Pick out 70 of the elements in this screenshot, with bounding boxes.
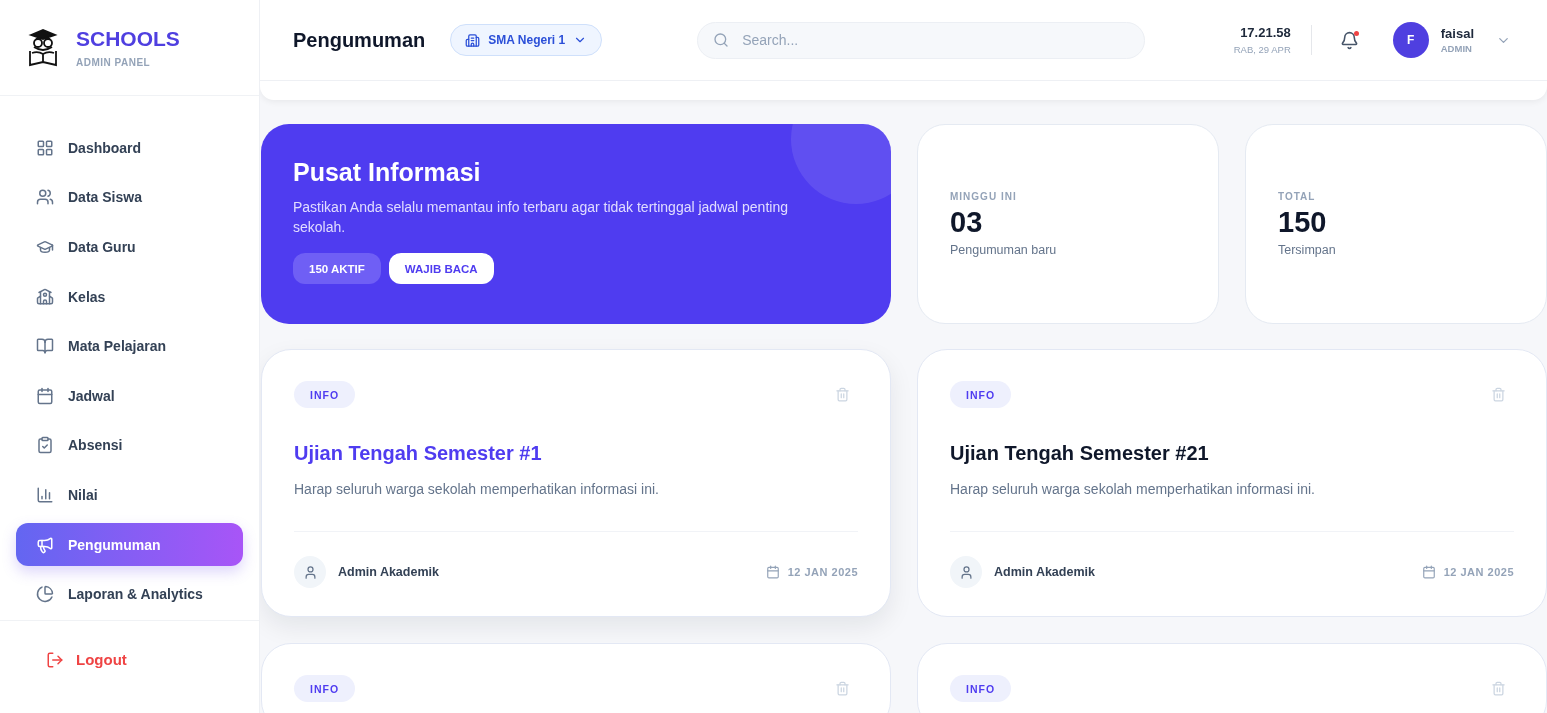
nav-icon (36, 535, 54, 554)
calendar-icon (1421, 565, 1436, 579)
person-icon (950, 556, 982, 588)
hero-badge: 150 AKTIF (293, 253, 381, 284)
delete-button[interactable] (1491, 681, 1506, 696)
stat-value: 03 (950, 206, 984, 239)
school-selector[interactable]: SMA Negeri 1 (450, 24, 603, 56)
owl-logo-icon (28, 28, 58, 67)
sidebar-item[interactable]: Dashboard (16, 126, 243, 170)
clock-time: 17.21.58 (1240, 25, 1291, 40)
nav-icon (36, 238, 54, 256)
category-tag: INFO (950, 381, 1012, 408)
user-name: faisal (1440, 26, 1474, 41)
announcement-card[interactable]: INFO Ujian Tengah Semester #1 Harap seluruh warga sekolah memperhatikan informasi ini. Admin Akademik 12 JAN 2025 (261, 349, 891, 617)
category-tag: INFO (294, 381, 356, 408)
sidebar-item[interactable]: Absensi (16, 423, 243, 468)
stat-caption: Pengumuman baru (950, 243, 1058, 257)
stat-label: MINGGU INI (950, 191, 1018, 202)
announcement-text: Harap seluruh warga sekolah memperhatikan informasi ini. (294, 481, 660, 497)
nav-icon (36, 337, 54, 356)
nav-icon (36, 386, 54, 405)
announcement-text: Harap seluruh warga sekolah memperhatikan informasi ini. (950, 481, 1316, 497)
search-field[interactable]: Search... (697, 21, 1146, 59)
notification-button[interactable] (1339, 30, 1359, 50)
nav-icon (36, 188, 54, 207)
announcement-date: 12 JAN 2025 (1443, 566, 1514, 578)
user-avatar[interactable]: F (1392, 22, 1429, 58)
stat-caption: Tersimpan (1278, 243, 1337, 257)
sidebar-item[interactable]: Nilai (16, 473, 243, 517)
brand-title: SCHOOLS (76, 27, 180, 51)
building-icon (465, 32, 481, 48)
nav-icon (36, 287, 54, 306)
person-icon (294, 556, 326, 588)
author-name: Admin Akademik (338, 565, 439, 579)
user-role: ADMIN (1440, 43, 1473, 54)
announcement-date: 12 JAN 2025 (787, 566, 858, 578)
announcement-title: Ujian Tengah Semester #21 (950, 442, 1210, 465)
category-tag: INFO (294, 675, 356, 702)
delete-button[interactable] (835, 681, 850, 696)
announcement-title: Ujian Tengah Semester #1 (294, 442, 543, 465)
logout-icon (46, 650, 64, 669)
delete-button[interactable] (835, 387, 850, 402)
sidebar-item[interactable]: Data Siswa (16, 175, 243, 220)
sidebar-item[interactable]: Laporan & Analytics (16, 572, 243, 616)
search-icon (713, 31, 730, 48)
sidebar-item[interactable]: Jadwal (16, 373, 243, 418)
sidebar-item[interactable]: Kelas (16, 274, 243, 319)
announcement-card[interactable]: INFO (261, 643, 891, 713)
nav-icon (36, 585, 54, 604)
stat-value: 150 (1278, 206, 1328, 239)
logout-link[interactable]: Logout (46, 650, 127, 669)
sidebar-item[interactable]: Pengumuman (16, 522, 243, 567)
author-name: Admin Akademik (994, 565, 1095, 579)
nav-icon (36, 138, 54, 157)
nav-icon (36, 485, 54, 504)
announcement-card[interactable]: INFO Ujian Tengah Semester #21 Harap seluruh warga sekolah memperhatikan informasi ini. Admin Akademik 12 JAN 2025 (917, 349, 1547, 617)
hero-title: Pusat Informasi (293, 158, 482, 187)
calendar-icon (765, 565, 780, 579)
sidebar-item[interactable]: Data Guru (16, 225, 243, 269)
page-title: Pengumuman (293, 28, 426, 52)
hero-text: Pastikan Anda selalu memantau info terbaru agar tidak tertinggal jadwal penting sekolah. (293, 198, 789, 237)
delete-button[interactable] (1491, 387, 1506, 402)
nav-icon (36, 436, 54, 455)
brand-subtitle: ADMIN PANEL (76, 57, 152, 68)
sidebar-item[interactable]: Mata Pelajaran (16, 324, 243, 368)
hero-badge: WAJIB BACA (388, 253, 494, 284)
clock-date: RAB, 29 APR (1233, 44, 1291, 55)
announcement-card[interactable]: INFO (917, 643, 1547, 713)
category-tag: INFO (950, 675, 1012, 702)
stat-label: TOTAL (1278, 191, 1317, 202)
